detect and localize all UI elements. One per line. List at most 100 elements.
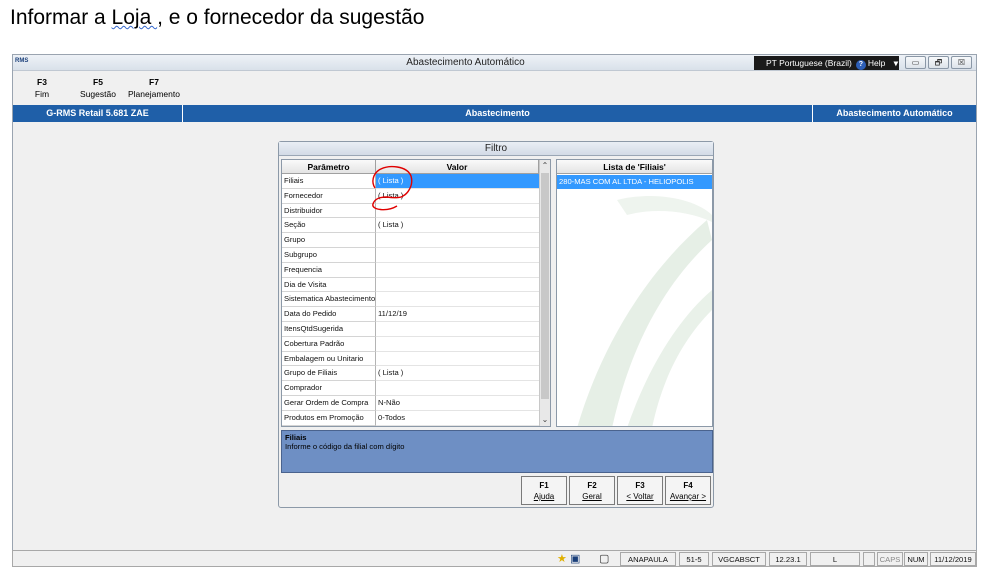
param-cell: Comprador: [282, 381, 376, 396]
scroll-thumb[interactable]: [541, 173, 549, 399]
caption-text: Informar a: [10, 6, 112, 29]
fkey-sugestao-button[interactable]: F5 Sugestão: [78, 76, 118, 100]
param-cell: Dia de Visita: [282, 277, 376, 293]
button-key: F1: [539, 481, 549, 490]
status-user: ANAPAULA: [620, 552, 676, 566]
restore-button[interactable]: 🗗: [928, 56, 949, 69]
scroll-up-icon[interactable]: ⌃: [540, 160, 550, 172]
geral-button[interactable]: F2 Geral: [569, 476, 615, 505]
avancar-button[interactable]: F4 Avançar >: [665, 476, 711, 505]
star-icon[interactable]: ★: [557, 551, 567, 567]
param-cell: Filiais: [282, 174, 376, 189]
button-key: F3: [635, 481, 645, 490]
help-box: Filiais Informe o código da filial com d…: [281, 430, 713, 473]
value-cell[interactable]: N-Não: [376, 396, 539, 411]
list-item[interactable]: 280-MAS COM AL LTDA - HELIOPOLIS: [557, 175, 712, 189]
ajuda-button[interactable]: F1 Ajuda: [521, 476, 567, 505]
close-button[interactable]: ☒: [951, 56, 972, 69]
app-window: RMS Abastecimento Automático PT Portugue…: [12, 54, 977, 565]
param-cell: Grupo: [282, 233, 376, 248]
table-row[interactable]: ItensQtdSugerida: [282, 322, 539, 337]
param-cell: Distribuidor: [282, 203, 376, 219]
fkey-fim-button[interactable]: F3 Fim: [29, 76, 55, 100]
status-date: 11/12/2019: [930, 552, 976, 566]
value-cell[interactable]: [376, 263, 539, 278]
help-icon[interactable]: ?: [855, 60, 866, 70]
table-row[interactable]: Grupo: [282, 233, 539, 248]
instruction-caption: Informar a Loja , e o fornecedor da suge…: [10, 6, 424, 30]
red-annotation-circle-icon: [372, 165, 413, 211]
table-row[interactable]: Grupo de Filiais( Lista ): [282, 366, 539, 382]
caption-underlined-word: Loja: [111, 6, 158, 29]
table-row[interactable]: Dia de Visita: [282, 277, 539, 293]
table-row[interactable]: Data do Pedido 11/12/19: [282, 307, 539, 322]
status-empty: [863, 552, 875, 566]
watermark-logo-icon: [577, 195, 712, 426]
table-row[interactable]: Embalagem ou Unitario: [282, 351, 539, 367]
value-cell[interactable]: ( Lista ): [376, 218, 539, 234]
filiais-list[interactable]: Lista de 'Filiais' 280-MAS COM AL LTDA -…: [556, 159, 713, 427]
button-label: Ajuda: [533, 492, 555, 501]
param-cell: Seção: [282, 218, 376, 234]
table-row[interactable]: Seção( Lista ): [282, 218, 539, 234]
minimize-button[interactable]: ▭: [905, 56, 926, 69]
help-label[interactable]: Help: [868, 58, 885, 68]
value-cell[interactable]: [376, 352, 539, 367]
table-row[interactable]: Frequencia: [282, 262, 539, 278]
value-cell[interactable]: [376, 322, 539, 337]
caption-text-end: , e o fornecedor da sugestão: [157, 6, 425, 29]
pin-icon[interactable]: ▾: [894, 58, 898, 68]
status-code: 51-5: [679, 552, 709, 566]
help-text: Informe o código da filial com dígito: [285, 442, 405, 451]
function-key-toolbar: F3 Fim F5 Sugestão F7 Planejamento: [13, 72, 976, 105]
grid-scrollbar[interactable]: ⌃ ⌄: [539, 160, 550, 426]
value-cell[interactable]: [376, 248, 539, 263]
status-num: NUM: [904, 552, 928, 566]
button-key: F2: [587, 481, 597, 490]
fkey-planejamento-button[interactable]: F7 Planejamento: [126, 76, 182, 100]
fkey-key: F7: [149, 77, 159, 87]
user-card-icon[interactable]: ▣: [570, 551, 580, 567]
button-label: < Voltar: [626, 492, 654, 501]
table-row[interactable]: Cobertura Padrão: [282, 336, 539, 352]
fkey-key: F3: [37, 77, 47, 87]
language-label[interactable]: PT Portuguese (Brazil): [766, 58, 852, 68]
status-version: 12.23.1: [769, 552, 807, 566]
table-row[interactable]: Gerar Ordem de Compra N-Não: [282, 396, 539, 411]
clipboard-icon[interactable]: ▢: [599, 551, 609, 567]
title-bar: RMS Abastecimento Automático PT Portugue…: [13, 55, 976, 71]
value-cell[interactable]: [376, 278, 539, 293]
fkey-label: Planejamento: [128, 89, 180, 99]
value-cell[interactable]: [376, 337, 539, 352]
table-row[interactable]: Comprador: [282, 381, 539, 396]
list-header: Lista de 'Filiais': [557, 160, 712, 174]
button-label: Geral: [582, 492, 602, 501]
language-help-box[interactable]: PT Portuguese (Brazil)? Help ▾: [754, 56, 899, 70]
param-cell: ItensQtdSugerida: [282, 322, 376, 337]
module-bar: G-RMS Retail 5.681 ZAE Abastecimento Aba…: [13, 105, 976, 122]
col-parametro: Parâmetro: [282, 160, 376, 174]
voltar-button[interactable]: F3 < Voltar: [617, 476, 663, 505]
status-bar: ★ ▣ ▢ ANAPAULA 51-5 VGCABSCT 12.23.1 L C…: [12, 550, 977, 567]
param-cell: Subgrupo: [282, 248, 376, 263]
fkey-label: Fim: [34, 89, 50, 99]
fkey-label: Sugestão: [80, 89, 116, 99]
status-mode: L: [810, 552, 860, 566]
param-cell: Gerar Ordem de Compra: [282, 396, 376, 411]
value-cell[interactable]: 0-Todos: [376, 411, 539, 426]
scroll-down-icon[interactable]: ⌄: [540, 414, 550, 426]
param-cell: Sistematica Abastecimento: [282, 292, 376, 308]
value-cell[interactable]: [376, 381, 539, 396]
table-row[interactable]: Produtos em Promoção 0-Todos: [282, 410, 539, 426]
screen-label: Abastecimento Automático: [836, 108, 953, 118]
table-row[interactable]: Subgrupo: [282, 248, 539, 263]
value-cell[interactable]: ( Lista ): [376, 366, 539, 382]
value-cell[interactable]: 11/12/19: [376, 307, 539, 322]
param-cell: Frequencia: [282, 262, 376, 278]
filtro-title: Filtro: [279, 142, 713, 156]
button-label: Avançar >: [669, 492, 707, 501]
param-cell: Produtos em Promoção: [282, 410, 376, 426]
table-row[interactable]: Sistematica Abastecimento: [282, 292, 539, 308]
value-cell[interactable]: [376, 292, 539, 308]
value-cell[interactable]: [376, 233, 539, 248]
